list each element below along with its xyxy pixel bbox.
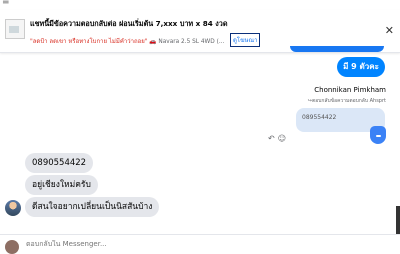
close-icon[interactable]: ✕	[385, 24, 394, 37]
incoming-message[interactable]: ดีสนใจอยากเปลี่ยนเป็นนิสสันบ้าง	[25, 197, 160, 217]
message-input[interactable]	[26, 240, 326, 248]
contact-avatar[interactable]	[5, 200, 21, 216]
outgoing-message[interactable]: มี 9 ตัวคะ	[337, 57, 385, 77]
composer	[0, 234, 400, 254]
quoted-text: 089554422	[302, 114, 337, 121]
banner-model: 🚗 Navara 2.5 SL 4WD (...	[147, 39, 225, 45]
previous-outgoing-bubble	[290, 46, 384, 52]
banner-subtitle: "ลดป้า ลดเขา หรือทางโบกาย ไม่มีคำว่าถอย"…	[30, 36, 224, 46]
emoji-react-icon[interactable]: ☺	[278, 134, 289, 143]
outgoing-reply-bubble[interactable]	[370, 126, 386, 144]
banner-quote: "ลดป้า ลดเขา หรือทางโบกาย ไม่มีคำว่าถอย"	[30, 38, 148, 45]
banner-title: แชทนี้มีข้อความตอบกลับต่อ ผ่อนเริ่มต้น 7…	[30, 19, 228, 28]
user-avatar	[5, 240, 19, 254]
view-ad-link[interactable]: ดูโฆษณา	[230, 33, 261, 47]
reply-note: ↪ตอบกลับข้อความตอบกลับ Ahsprt	[307, 98, 386, 104]
sender-name: Chonnikan Pimkham	[314, 86, 386, 94]
incoming-message[interactable]: อยู่เชียงใหม่ครับ	[25, 175, 98, 195]
scrollbar[interactable]	[396, 206, 400, 236]
ad-thumbnail-icon	[5, 19, 25, 39]
incoming-message[interactable]: 0890554422	[25, 153, 94, 173]
list-icon[interactable]: ≡	[2, 0, 10, 7]
message-actions: ↶☺	[268, 134, 289, 143]
reply-icon[interactable]: ↶	[268, 134, 278, 143]
